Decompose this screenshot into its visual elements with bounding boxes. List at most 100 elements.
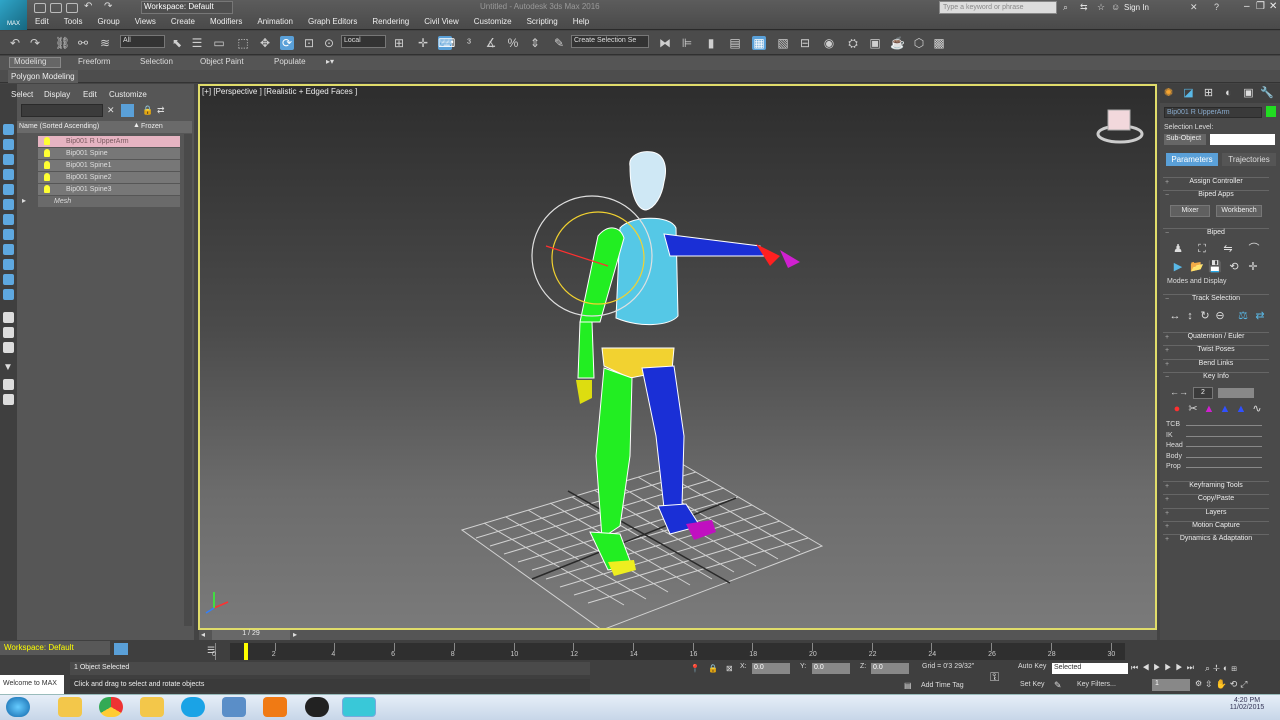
spacewarps-filter-icon[interactable] [3, 244, 14, 255]
lightbulb-icon[interactable] [44, 161, 50, 169]
quaternion-rollout[interactable]: + Quaternion / Euler [1163, 332, 1269, 343]
user-icon[interactable]: ☺ [1111, 2, 1120, 12]
menu-group[interactable]: Group [97, 17, 119, 28]
lightbulb-icon[interactable] [44, 173, 50, 181]
sort-icon[interactable]: ▲ [133, 122, 140, 129]
time-tag-icon[interactable]: ▤ [904, 681, 912, 690]
key-mode-dropdown[interactable]: Selected [1052, 663, 1128, 674]
app-logo[interactable]: MAX [0, 0, 27, 30]
material-editor-icon[interactable]: ◉ [822, 36, 836, 50]
placement-icon[interactable]: ⊙ [322, 36, 336, 50]
biped-playback-icon[interactable]: ▶ [1171, 260, 1185, 274]
filter-funnel-icon[interactable]: ▼ [3, 362, 13, 373]
key-number-field[interactable]: 2 [1193, 387, 1213, 399]
folder-icon[interactable] [140, 697, 164, 717]
display-all-icon[interactable] [3, 139, 14, 150]
cameras-filter-icon[interactable] [3, 214, 14, 225]
angle-snap-icon[interactable]: ∡ [484, 36, 498, 50]
workspace-status[interactable]: Workspace: Default [0, 641, 110, 655]
scene-row[interactable]: Bip001 Spine3 [38, 184, 180, 195]
open-icon[interactable] [50, 3, 62, 13]
track-selection-rollout[interactable]: − Track Selection [1163, 294, 1269, 305]
viewport-label[interactable]: [+] [Perspective ] [Realistic + Edged Fa… [202, 87, 357, 96]
viewport-nav-icons[interactable]: ⌕✛◐⊞ [1205, 663, 1240, 674]
viewport-nav-icons-2[interactable]: ⇳✋⟲⤢ [1205, 679, 1251, 690]
scene-menu-select[interactable]: Select [11, 90, 33, 99]
menu-graph-editors[interactable]: Graph Editors [308, 17, 357, 28]
menu-views[interactable]: Views [135, 17, 156, 28]
scene-row[interactable]: Bip001 Spine [38, 148, 180, 159]
spinner-snap-icon[interactable]: ⇕ [528, 36, 542, 50]
body-rollout[interactable]: Body [1166, 453, 1182, 460]
minimize-icon[interactable]: – [1244, 1, 1250, 12]
set-planted-key-icon[interactable]: ▲ [1202, 402, 1216, 416]
selection-filter-dropdown[interactable]: All [120, 35, 165, 48]
pivot-icon[interactable]: ⊞ [392, 36, 406, 50]
menu-tools[interactable]: Tools [64, 17, 83, 28]
snaps-toggle-icon[interactable]: ³ [462, 36, 476, 50]
search-input[interactable]: Type a keyword or phrase [939, 1, 1057, 14]
copy-paste-rollout[interactable]: + Copy/Paste [1163, 494, 1269, 505]
delete-key-icon[interactable]: ✂ [1186, 402, 1200, 416]
motion-tab-icon[interactable]: ◐ [1222, 87, 1235, 100]
options-icon[interactable] [3, 394, 14, 405]
body-vertical-icon[interactable]: ↕ [1183, 309, 1197, 323]
scene-scrollbar[interactable] [184, 134, 192, 626]
restore-icon[interactable]: ❐ [1256, 1, 1265, 12]
time-slider[interactable] [199, 630, 1157, 640]
scene-row[interactable]: Bip001 R UpperArm [38, 136, 180, 147]
schematic-view-icon[interactable]: ⊟ [798, 36, 812, 50]
key-info-rollout[interactable]: − Key Info [1163, 372, 1269, 383]
frozen-icon[interactable] [3, 327, 14, 338]
body-rotation-icon[interactable]: ↻ [1198, 309, 1212, 323]
menu-customize[interactable]: Customize [474, 17, 512, 28]
object-color-swatch[interactable] [1266, 106, 1276, 117]
isolate-icon[interactable]: ⊠ [726, 664, 733, 673]
tab-modeling[interactable]: Modeling [14, 57, 46, 66]
scene-menu-edit[interactable]: Edit [83, 90, 97, 99]
key-icon[interactable]: ⚿ [990, 670, 999, 685]
polygon-modeling-panel[interactable]: Polygon Modeling [8, 70, 78, 83]
time-slider-thumb[interactable]: 1 / 29 [212, 630, 290, 640]
menu-edit[interactable]: Edit [35, 17, 49, 28]
help-icon[interactable]: ? [1214, 2, 1219, 12]
ribbon-icon[interactable]: ▦ [752, 36, 766, 50]
app-icon[interactable] [222, 697, 246, 717]
key-mode-toggle-icon[interactable]: ✎ [1054, 680, 1062, 691]
symmetrical-icon[interactable]: ⚖ [1236, 309, 1250, 323]
undo-icon[interactable]: ↶ [8, 36, 22, 50]
scale-icon[interactable]: ⊡ [302, 36, 316, 50]
display-invert-icon[interactable] [3, 154, 14, 165]
prop-rollout[interactable]: Prop [1166, 463, 1181, 470]
render-iterative-icon[interactable]: ⬡ [912, 36, 926, 50]
current-frame-marker[interactable] [244, 643, 248, 660]
star-icon[interactable]: ☆ [1097, 2, 1105, 13]
utilities-tab-icon[interactable]: 🔧 [1260, 87, 1274, 100]
auto-key-button[interactable]: Auto Key [1018, 663, 1046, 674]
load-file-icon[interactable]: 📂 [1190, 260, 1204, 274]
menu-help[interactable]: Help [573, 17, 589, 28]
frozen-column-label[interactable]: Frozen [141, 123, 163, 130]
window-crossing-icon[interactable]: ⬚ [236, 36, 250, 50]
lights-filter-icon[interactable] [3, 199, 14, 210]
xrefs-filter-icon[interactable] [3, 274, 14, 285]
lightbulb-icon[interactable] [44, 185, 50, 193]
groups-filter-icon[interactable] [3, 259, 14, 270]
modes-display-rollout[interactable]: Modes and Display [1167, 278, 1227, 285]
start-button-icon[interactable] [6, 697, 30, 717]
opposite-icon[interactable]: ⇄ [1253, 309, 1267, 323]
mirror-icon[interactable]: ⧓ [658, 36, 672, 50]
mixer-button[interactable]: Mixer [1170, 205, 1210, 217]
curve-editor-icon[interactable]: ▧ [776, 36, 790, 50]
move-all-mode-icon[interactable]: ✛ [1246, 260, 1260, 274]
scene-row[interactable]: Mesh [38, 196, 180, 207]
expand-icon[interactable]: ▸ [22, 196, 26, 205]
name-column-label[interactable]: Name (Sorted Ascending) [19, 123, 99, 130]
y-coordinate-field[interactable]: 0.0 [812, 663, 850, 674]
x-icon[interactable]: ✕ [1190, 2, 1198, 13]
scene-menu-display[interactable]: Display [44, 90, 70, 99]
move-icon[interactable]: ✥ [258, 36, 272, 50]
render-setup-icon[interactable]: ⛭ [846, 36, 860, 50]
scene-row[interactable]: Bip001 Spine1 [38, 160, 180, 171]
time-config-icon[interactable]: ⚙ [1195, 679, 1202, 688]
